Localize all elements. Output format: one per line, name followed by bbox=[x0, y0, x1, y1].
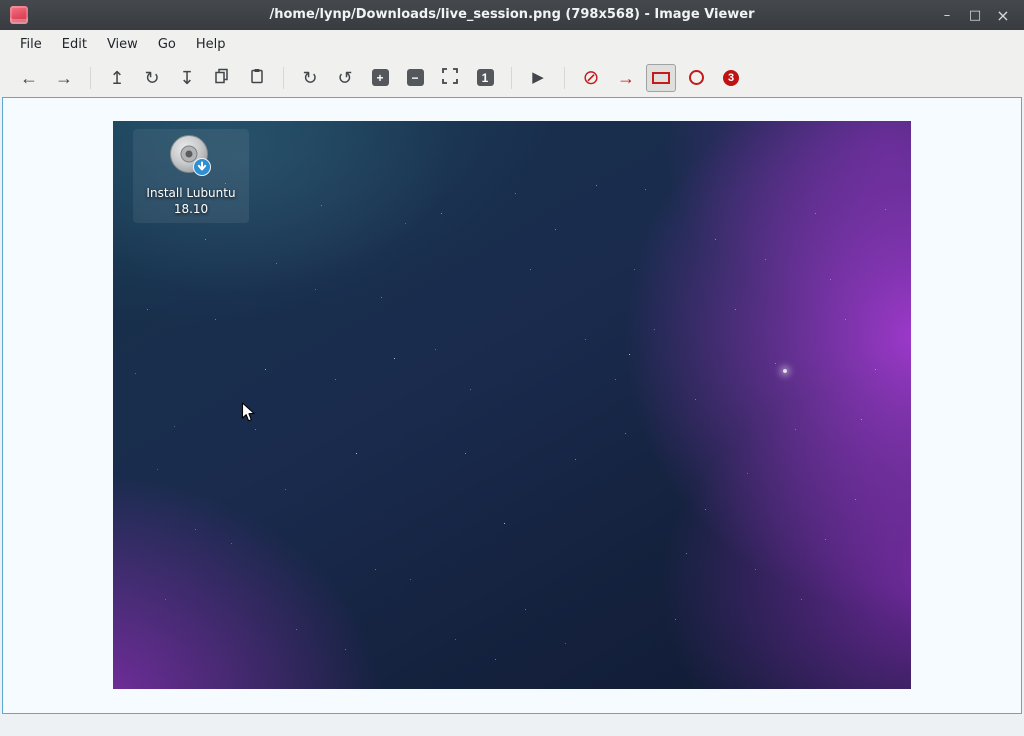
rotate-right-button[interactable]: ↻ bbox=[295, 64, 325, 92]
annotate-rectangle-button[interactable] bbox=[646, 64, 676, 92]
forward-button[interactable]: → bbox=[49, 64, 79, 92]
toolbar-separator bbox=[283, 67, 284, 89]
red-rectangle-icon bbox=[652, 72, 670, 84]
back-button[interactable]: ← bbox=[14, 64, 44, 92]
image-canvas[interactable]: Install Lubuntu 18.10 bbox=[113, 121, 911, 689]
back-icon: ← bbox=[20, 69, 38, 87]
save-icon: ↧ bbox=[179, 69, 194, 87]
zoom-out-button[interactable]: − bbox=[400, 64, 430, 92]
cd-disc-icon bbox=[133, 134, 249, 184]
minimize-button[interactable]: – bbox=[934, 3, 960, 27]
reload-icon: ↻ bbox=[144, 69, 159, 87]
save-button[interactable]: ↧ bbox=[172, 64, 202, 92]
window-title: /home/lynp/Downloads/live_session.png (7… bbox=[0, 0, 1024, 30]
zoom-in-icon: + bbox=[372, 69, 389, 86]
desktop-icon-label-line1: Install Lubuntu bbox=[133, 186, 249, 202]
toolbar: ← → ↥ ↻ ↧ ↻ ↺ + bbox=[0, 58, 1024, 97]
desktop-icon-label-line2: 18.10 bbox=[133, 202, 249, 218]
toolbar-separator bbox=[511, 67, 512, 89]
app-icon bbox=[10, 6, 28, 24]
no-entry-icon: ⊘ bbox=[583, 68, 600, 88]
red-arrow-icon: → bbox=[617, 69, 635, 87]
viewer-area: Install Lubuntu 18.10 bbox=[2, 97, 1022, 714]
toolbar-separator bbox=[564, 67, 565, 89]
menu-item-go[interactable]: Go bbox=[148, 33, 186, 56]
rotate-right-icon: ↻ bbox=[302, 69, 317, 87]
reload-button[interactable]: ↻ bbox=[137, 64, 167, 92]
paste-button[interactable] bbox=[242, 64, 272, 92]
menu-item-help[interactable]: Help bbox=[186, 33, 236, 56]
rotate-left-icon: ↺ bbox=[337, 69, 352, 87]
forward-icon: → bbox=[55, 69, 73, 87]
starfield bbox=[113, 121, 114, 122]
mouse-cursor-icon bbox=[241, 402, 256, 427]
annotate-disable-button[interactable]: ⊘ bbox=[576, 64, 606, 92]
fit-window-button[interactable] bbox=[435, 64, 465, 92]
slideshow-button[interactable]: ▶ bbox=[523, 64, 553, 92]
menu-item-edit[interactable]: Edit bbox=[52, 33, 97, 56]
open-button[interactable]: ↥ bbox=[102, 64, 132, 92]
red-ellipse-icon bbox=[689, 70, 704, 85]
number-badge-icon: 3 bbox=[723, 70, 739, 86]
window-controls: – □ × bbox=[934, 3, 1016, 27]
open-icon: ↥ bbox=[109, 69, 124, 87]
fit-window-icon bbox=[442, 68, 458, 87]
menu-item-view[interactable]: View bbox=[97, 33, 148, 56]
original-size-icon: 1 bbox=[477, 69, 494, 86]
copy-button[interactable] bbox=[207, 64, 237, 92]
zoom-in-button[interactable]: + bbox=[365, 64, 395, 92]
annotate-arrow-button[interactable]: → bbox=[611, 64, 641, 92]
paste-icon bbox=[249, 68, 265, 87]
play-icon: ▶ bbox=[532, 70, 544, 85]
status-bar bbox=[0, 714, 1024, 736]
annotate-number-button[interactable]: 3 bbox=[716, 64, 746, 92]
menubar: File Edit View Go Help bbox=[0, 30, 1024, 58]
desktop-icon-install-lubuntu: Install Lubuntu 18.10 bbox=[133, 129, 249, 223]
bright-star bbox=[783, 369, 787, 373]
annotate-ellipse-button[interactable] bbox=[681, 64, 711, 92]
maximize-button[interactable]: □ bbox=[962, 3, 988, 27]
close-button[interactable]: × bbox=[990, 3, 1016, 27]
zoom-out-icon: − bbox=[407, 69, 424, 86]
toolbar-separator bbox=[90, 67, 91, 89]
copy-icon bbox=[214, 68, 230, 87]
original-size-button[interactable]: 1 bbox=[470, 64, 500, 92]
rotate-left-button[interactable]: ↺ bbox=[330, 64, 360, 92]
menu-item-file[interactable]: File bbox=[10, 33, 52, 56]
titlebar: /home/lynp/Downloads/live_session.png (7… bbox=[0, 0, 1024, 30]
desktop-icon-label: Install Lubuntu 18.10 bbox=[133, 186, 249, 217]
